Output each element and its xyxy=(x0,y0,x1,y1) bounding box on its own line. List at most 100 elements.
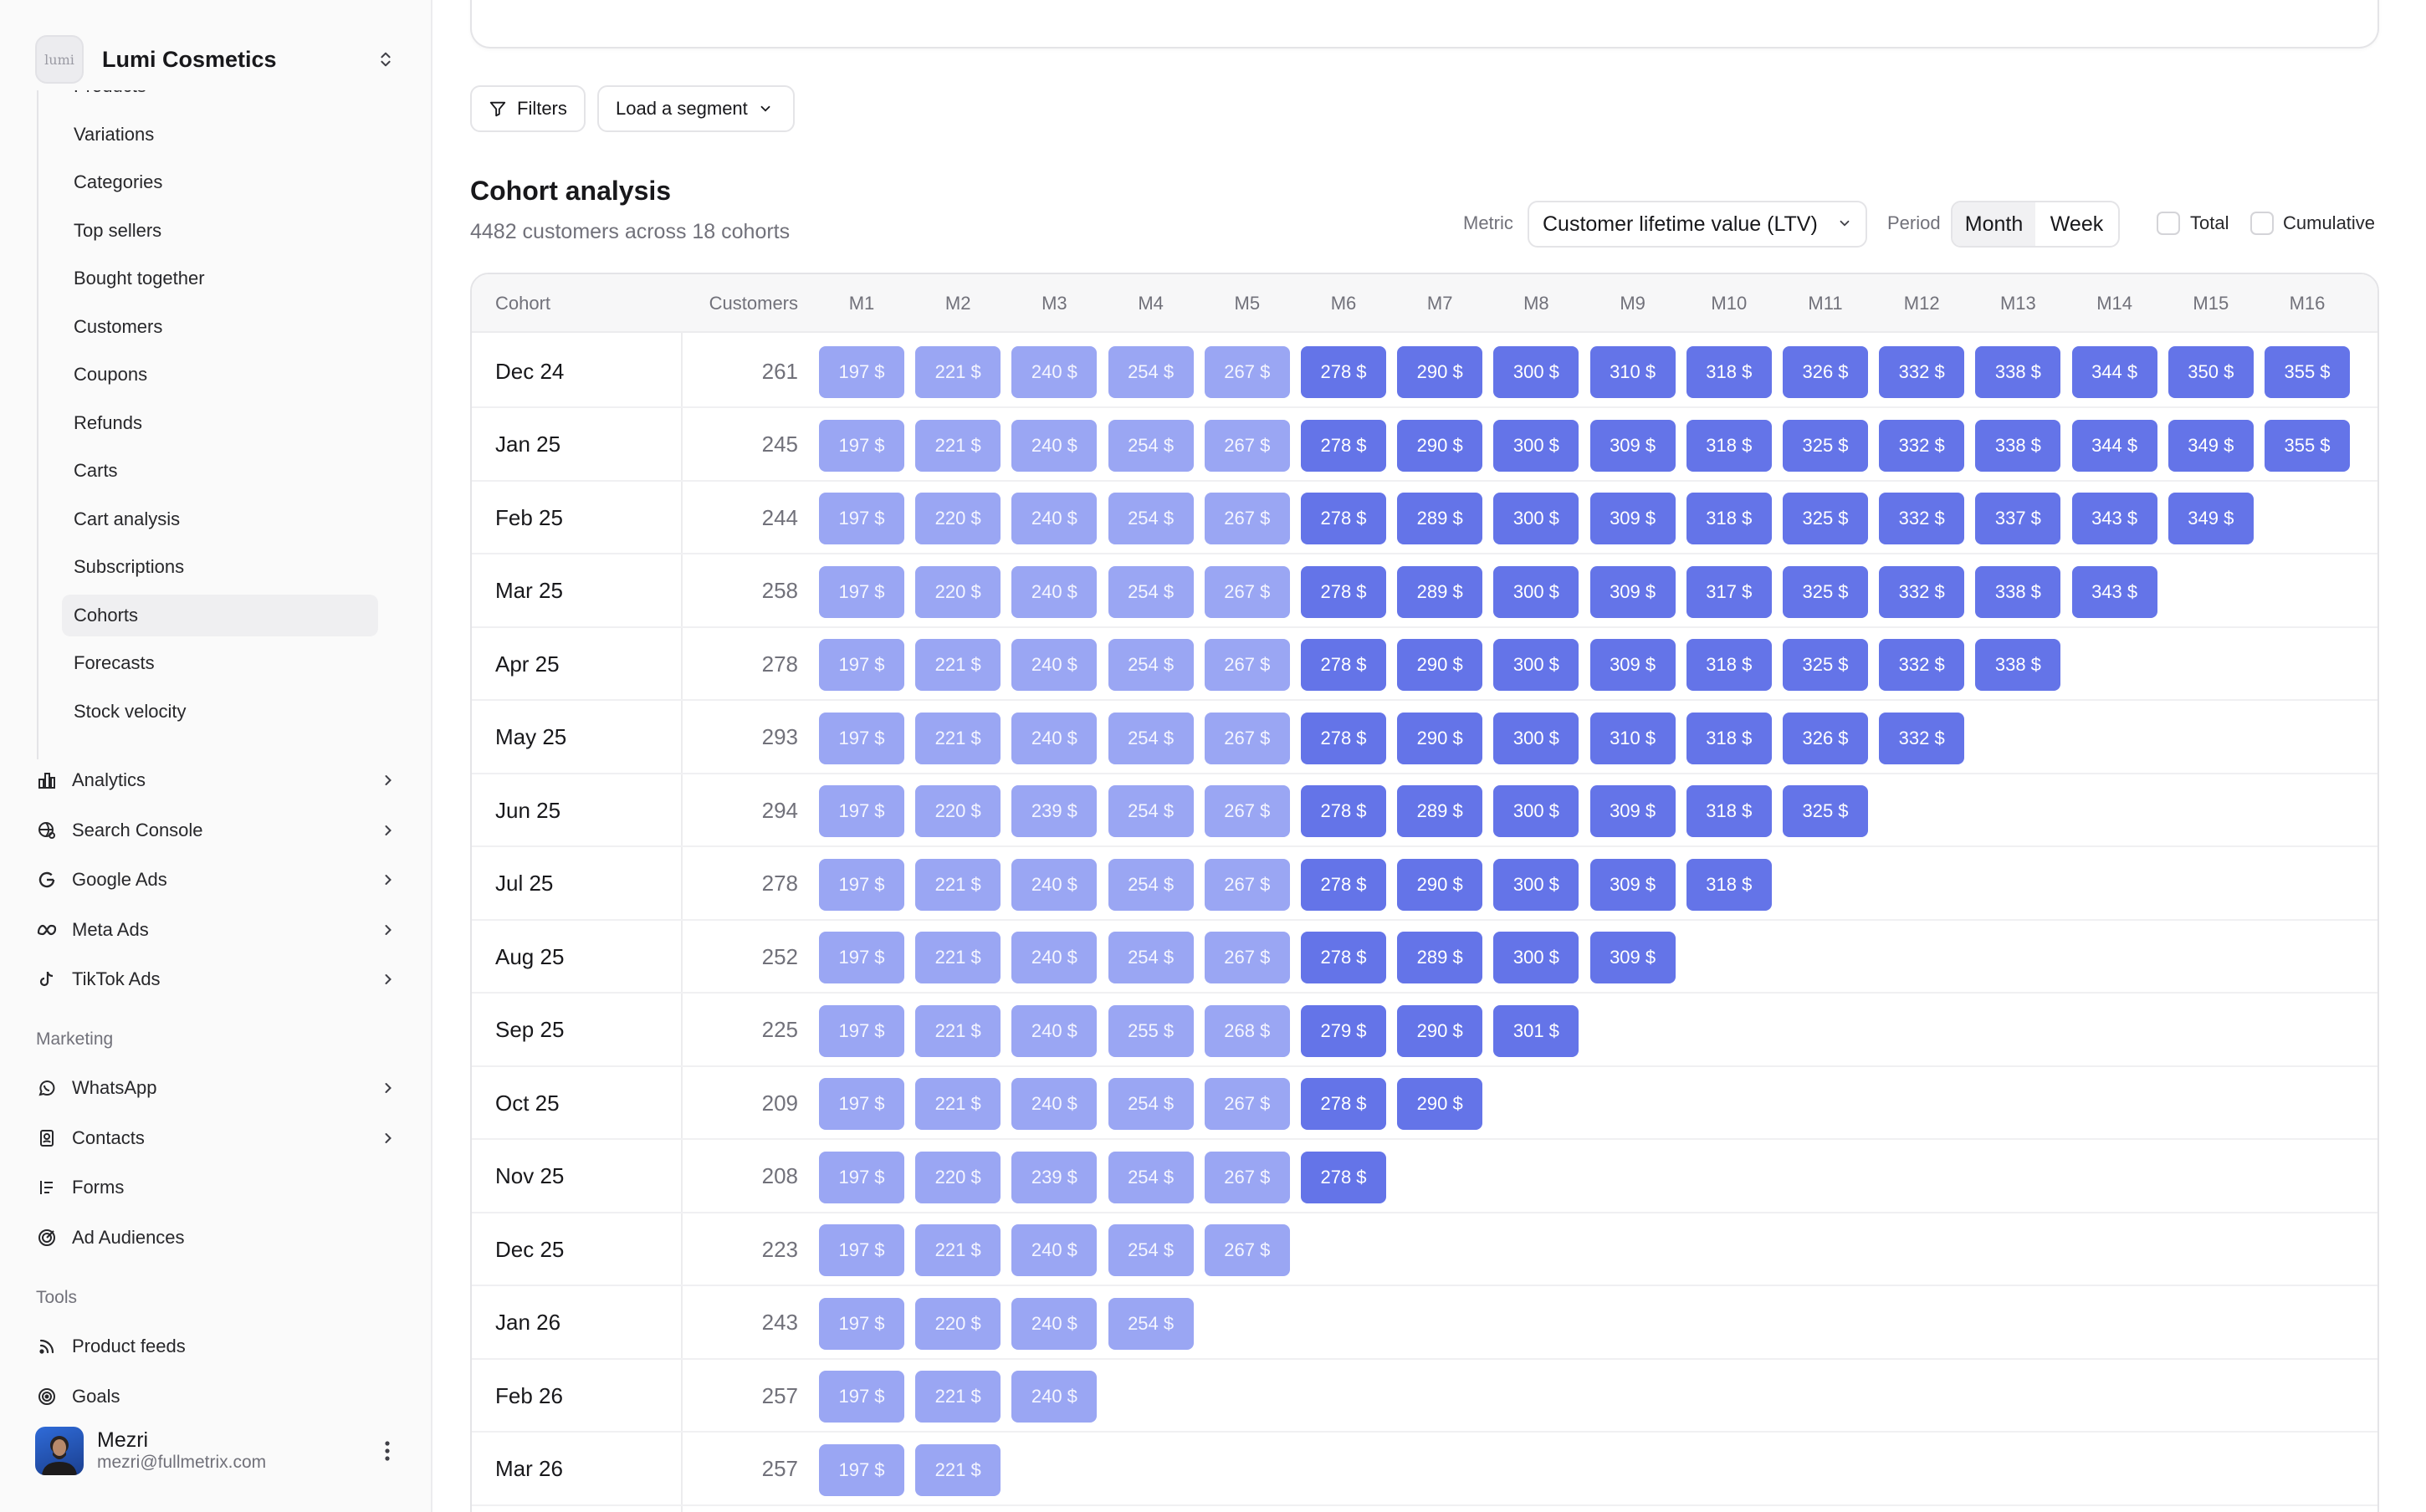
cohort-cell[interactable]: 197 $ xyxy=(819,1224,904,1276)
table-row[interactable]: Jan 26 243 197 $220 $240 $254 $ xyxy=(472,1286,2377,1360)
cohort-cell[interactable]: 338 $ xyxy=(1975,419,2061,472)
cohort-cell[interactable]: 268 $ xyxy=(1204,1004,1290,1057)
cohort-cell[interactable]: 221 $ xyxy=(915,639,1001,691)
cohort-cell[interactable]: 300 $ xyxy=(1493,932,1579,983)
cohort-cell[interactable]: 220 $ xyxy=(915,493,1001,544)
cohort-cell[interactable]: 325 $ xyxy=(1783,493,1868,544)
cohort-cell[interactable]: 289 $ xyxy=(1397,932,1483,983)
cohort-cell[interactable]: 267 $ xyxy=(1204,858,1290,911)
chevron-right-icon[interactable] xyxy=(376,819,400,842)
cohort-cell[interactable]: 221 $ xyxy=(915,1224,1001,1276)
cohort-cell[interactable]: 318 $ xyxy=(1686,712,1772,764)
chevron-right-icon[interactable] xyxy=(376,1126,400,1150)
sidebar-item-cohorts[interactable]: Cohorts xyxy=(62,594,378,636)
cohort-cell[interactable]: 290 $ xyxy=(1397,858,1483,911)
sidebar-item-variations[interactable]: Variations xyxy=(62,114,378,156)
cohort-cell[interactable]: 332 $ xyxy=(1879,419,1965,472)
cohort-cell[interactable]: 278 $ xyxy=(1301,493,1386,544)
sidebar-item-coupons[interactable]: Coupons xyxy=(62,354,378,396)
sidebar-item-forecasts[interactable]: Forecasts xyxy=(62,642,378,684)
cohort-cell[interactable]: 197 $ xyxy=(819,1004,904,1057)
cohort-cell[interactable]: 289 $ xyxy=(1397,565,1483,618)
sidebar-item-subscriptions[interactable]: Subscriptions xyxy=(62,546,378,588)
cohort-cell[interactable]: 290 $ xyxy=(1397,419,1483,472)
cohort-cell[interactable]: 239 $ xyxy=(1011,1151,1098,1203)
cohort-cell[interactable]: 300 $ xyxy=(1493,346,1579,398)
cohort-cell[interactable]: 254 $ xyxy=(1108,493,1194,544)
cohort-cell[interactable]: 338 $ xyxy=(1975,639,2061,691)
cohort-cell[interactable]: 267 $ xyxy=(1204,419,1290,472)
table-row[interactable]: Mar 26 257 197 $221 $ xyxy=(472,1433,2377,1506)
cohort-cell[interactable]: 318 $ xyxy=(1686,493,1772,544)
cohort-cell[interactable]: 310 $ xyxy=(1589,712,1676,764)
cohort-cell[interactable]: 267 $ xyxy=(1204,565,1290,618)
cohort-cell[interactable]: 240 $ xyxy=(1011,1224,1098,1276)
sidebar-item-forms[interactable]: Forms xyxy=(35,1167,400,1208)
table-row[interactable]: May 25 293 197 $221 $240 $254 $267 $278 $2… xyxy=(472,701,2377,774)
cohort-cell[interactable]: 220 $ xyxy=(915,785,1001,837)
cohort-cell[interactable]: 267 $ xyxy=(1204,712,1290,764)
cohort-cell[interactable]: 267 $ xyxy=(1204,493,1290,544)
cohort-cell[interactable]: 309 $ xyxy=(1589,493,1676,544)
cohort-cell[interactable]: 300 $ xyxy=(1493,419,1579,472)
load-segment-button[interactable]: Load a segment xyxy=(597,85,795,132)
cohort-cell[interactable]: 254 $ xyxy=(1108,1151,1194,1203)
cohort-cell[interactable]: 267 $ xyxy=(1204,1078,1290,1130)
cohort-cell[interactable]: 310 $ xyxy=(1589,346,1676,398)
sidebar-item-customers[interactable]: Customers xyxy=(62,306,378,348)
chevron-right-icon[interactable] xyxy=(376,1076,400,1100)
table-row[interactable]: Dec 25 223 197 $221 $240 $254 $267 $ xyxy=(472,1213,2377,1286)
store-switcher[interactable]: lumi Lumi Cosmetics xyxy=(35,35,400,84)
cohort-cell[interactable]: 240 $ xyxy=(1011,565,1098,618)
cohort-cell[interactable]: 278 $ xyxy=(1301,932,1386,983)
cohort-cell[interactable]: 240 $ xyxy=(1011,639,1098,691)
cohort-cell[interactable]: 278 $ xyxy=(1301,785,1386,837)
cohort-cell[interactable]: 254 $ xyxy=(1108,639,1194,691)
cohort-cell[interactable]: 267 $ xyxy=(1204,1224,1290,1276)
cohort-cell[interactable]: 220 $ xyxy=(915,1151,1001,1203)
cohort-cell[interactable]: 254 $ xyxy=(1108,419,1194,472)
cohort-cell[interactable]: 278 $ xyxy=(1301,419,1386,472)
table-row[interactable]: Feb 25 244 197 $220 $240 $254 $267 $278 $2… xyxy=(472,481,2377,554)
cohort-cell[interactable]: 278 $ xyxy=(1301,858,1386,911)
cohort-cell[interactable]: 254 $ xyxy=(1108,1297,1194,1350)
table-row[interactable]: Mar 25 258 197 $220 $240 $254 $267 $278 $2… xyxy=(472,554,2377,628)
table-row[interactable]: Apr 25 278 197 $221 $240 $254 $267 $278 $2… xyxy=(472,627,2377,701)
sidebar-item-meta-ads[interactable]: Meta Ads xyxy=(35,910,400,950)
cohort-cell[interactable]: 221 $ xyxy=(915,932,1001,983)
cohort-cell[interactable]: 267 $ xyxy=(1204,785,1290,837)
cohort-cell[interactable]: 197 $ xyxy=(819,785,904,837)
cohort-cell[interactable]: 240 $ xyxy=(1011,858,1098,911)
cohort-cell[interactable]: 278 $ xyxy=(1301,346,1386,398)
cohort-cell[interactable]: 325 $ xyxy=(1783,785,1868,837)
sidebar-item-google-ads[interactable]: Google Ads xyxy=(35,860,400,900)
cohort-cell[interactable]: 289 $ xyxy=(1397,493,1483,544)
cohort-cell[interactable]: 300 $ xyxy=(1493,785,1579,837)
cohort-cell[interactable]: 254 $ xyxy=(1108,1078,1194,1130)
cohort-cell[interactable]: 254 $ xyxy=(1108,346,1194,398)
cohort-cell[interactable]: 240 $ xyxy=(1011,346,1098,398)
sidebar-item-goals[interactable]: Goals xyxy=(35,1377,400,1417)
cohort-cell[interactable]: 300 $ xyxy=(1493,858,1579,911)
period-option-month[interactable]: Month xyxy=(1953,202,2035,246)
cohort-cell[interactable]: 221 $ xyxy=(915,419,1001,472)
cohort-cell[interactable]: 240 $ xyxy=(1011,932,1098,983)
cohort-cell[interactable]: 325 $ xyxy=(1783,565,1868,618)
cohort-cell[interactable]: 338 $ xyxy=(1975,565,2061,618)
cohort-cell[interactable]: 197 $ xyxy=(819,1443,904,1496)
cohort-cell[interactable]: 254 $ xyxy=(1108,712,1194,764)
cohort-cell[interactable]: 290 $ xyxy=(1397,1078,1483,1130)
cohort-cell[interactable]: 337 $ xyxy=(1975,493,2061,544)
cohort-cell[interactable]: 300 $ xyxy=(1493,639,1579,691)
cohort-cell[interactable]: 197 $ xyxy=(819,493,904,544)
sidebar-item-carts[interactable]: Carts xyxy=(62,450,378,492)
cohort-cell[interactable]: 332 $ xyxy=(1879,565,1965,618)
cohort-cell[interactable]: 332 $ xyxy=(1879,493,1965,544)
cohort-cell[interactable]: 317 $ xyxy=(1686,565,1772,618)
cohort-cell[interactable]: 326 $ xyxy=(1783,712,1868,764)
sidebar-item-refunds[interactable]: Refunds xyxy=(62,402,378,444)
cohort-cell[interactable]: 239 $ xyxy=(1011,785,1098,837)
cohort-cell[interactable]: 197 $ xyxy=(819,1078,904,1130)
cohort-cell[interactable]: 255 $ xyxy=(1108,1004,1194,1057)
cohort-cell[interactable]: 300 $ xyxy=(1493,565,1579,618)
